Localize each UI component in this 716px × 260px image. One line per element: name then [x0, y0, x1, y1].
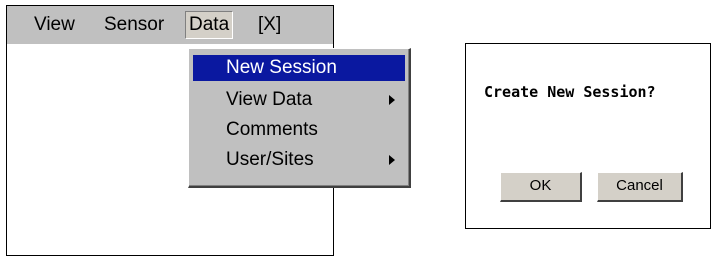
menu-item-comments[interactable]: Comments	[193, 117, 405, 143]
app-window: View Sensor Data [X] New Session View Da…	[6, 5, 411, 256]
menu-item-new-session[interactable]: New Session	[193, 55, 405, 81]
menu-item-view-data[interactable]: View Data	[193, 87, 405, 113]
menu-item-label: New Session	[226, 57, 337, 78]
menu-item-label: Comments	[226, 119, 318, 140]
menu-view[interactable]: View	[31, 11, 78, 39]
confirm-dialog: Create New Session? OK Cancel	[465, 43, 711, 229]
dialog-message: Create New Session?	[484, 83, 656, 101]
menu-item-label: View Data	[226, 89, 313, 110]
menu-item-label: User/Sites	[226, 149, 314, 170]
cancel-button[interactable]: Cancel	[597, 172, 683, 202]
submenu-arrow-icon	[389, 155, 395, 165]
submenu-arrow-icon	[389, 95, 395, 105]
menu-item-user-sites[interactable]: User/Sites	[193, 147, 405, 173]
menu-close[interactable]: [X]	[255, 11, 284, 39]
menu-sensor[interactable]: Sensor	[101, 11, 167, 39]
menu-bar: View Sensor Data [X]	[7, 6, 333, 44]
ok-button[interactable]: OK	[500, 172, 582, 202]
menu-data[interactable]: Data	[185, 11, 234, 39]
data-menu-dropdown: New Session View Data Comments User/Site…	[188, 48, 411, 188]
